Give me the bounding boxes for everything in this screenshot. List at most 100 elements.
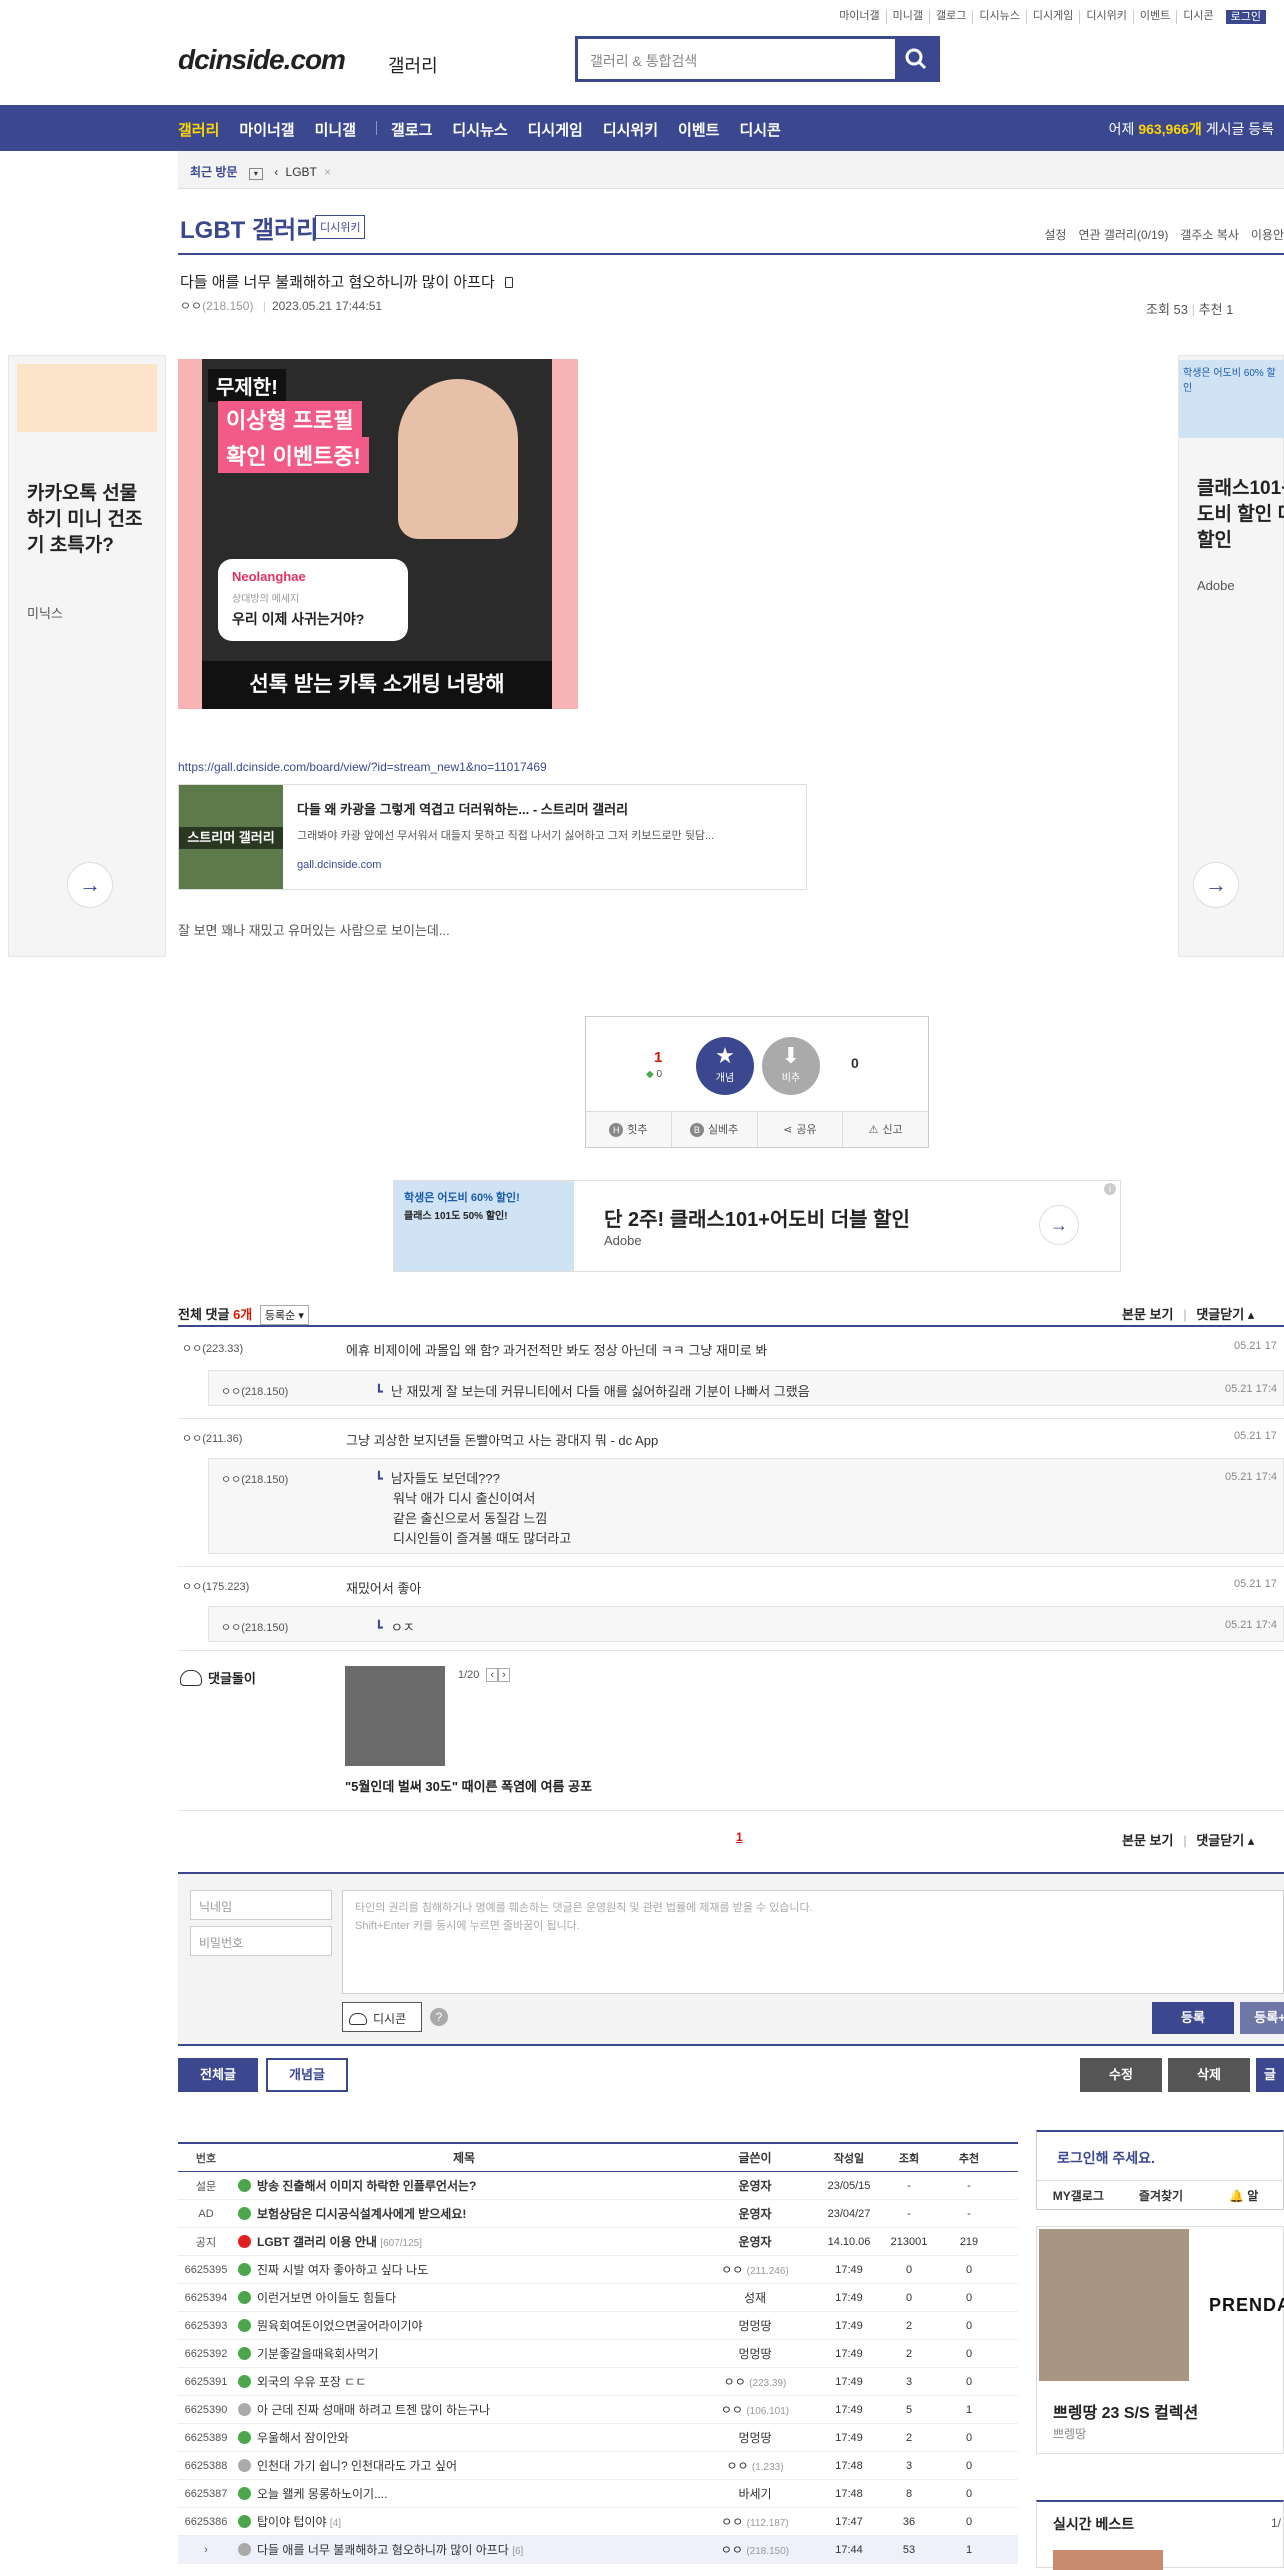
write-button[interactable]: 글 bbox=[1256, 2058, 1284, 2092]
post-writer[interactable]: 운영자 bbox=[690, 2177, 820, 2194]
top-link-gallog[interactable]: 갤로그 bbox=[929, 10, 972, 24]
post-title-cell[interactable]: 외국의 우유 포장 ㄷㄷ bbox=[234, 2373, 690, 2390]
good-posts-button[interactable]: 개념글 bbox=[266, 2058, 348, 2092]
top-link-mini[interactable]: 미니갤 bbox=[885, 10, 929, 24]
post-title-cell[interactable]: 이런거보면 아이들도 힘들다 bbox=[234, 2289, 690, 2306]
nickname-input[interactable]: 닉네임 bbox=[190, 1890, 332, 1920]
comment-sort-select[interactable]: 등록순 ▾ bbox=[259, 1305, 309, 1325]
post-row[interactable]: 6625390 아 근데 진짜 성매매 하려고 트젠 많이 하는구나 ㅇㅇ (10… bbox=[178, 2396, 1018, 2424]
nav-mini[interactable]: 미니갤 bbox=[315, 119, 356, 140]
nav-minor[interactable]: 마이너갤 bbox=[239, 119, 294, 140]
nav-news[interactable]: 디시뉴스 bbox=[452, 119, 507, 140]
adobe-banner[interactable]: 학생은 어도비 60% 할인! 클래스 101도 50% 할인! 단 2주! 클… bbox=[393, 1180, 1121, 1272]
notice-link[interactable]: 🔔 알 bbox=[1202, 2181, 1284, 2210]
post-row[interactable]: 설문 방송 진출해서 이미지 하락한 인플루언서는? 운영자 23/05/15 - - bbox=[178, 2172, 1018, 2200]
post-title-cell[interactable]: 방송 진출해서 이미지 하락한 인플루언서는? bbox=[234, 2177, 690, 2194]
comment-nick[interactable]: ㅇㅇ(223.33) bbox=[182, 1340, 243, 1356]
chevron-left-icon[interactable]: ‹ bbox=[274, 165, 278, 179]
comment-nick[interactable]: ㅇㅇ(211.36) bbox=[182, 1430, 242, 1446]
view-body-button[interactable]: 본문 보기 bbox=[1122, 1833, 1173, 1848]
gallery-title[interactable]: LGBT 갤러리 bbox=[180, 210, 318, 245]
post-writer[interactable]: ㅇㅇ (106.101) bbox=[690, 2401, 820, 2418]
side-ad[interactable]: PRENDA 쁘렝땅 23 S/S 컬렉션 쁘렝땅 bbox=[1036, 2226, 1284, 2454]
post-writer[interactable]: 멍멍땅 bbox=[690, 2429, 820, 2446]
post-writer[interactable]: 운영자 bbox=[690, 2233, 820, 2250]
chevron-left-icon[interactable]: ‹ bbox=[486, 1668, 499, 1682]
post-nick[interactable]: ㅇㅇ bbox=[180, 299, 202, 313]
recent-dropdown-icon[interactable]: ▾ bbox=[248, 168, 263, 180]
post-row[interactable]: 6625393 뭔육회여돈이었으면굴어라이기야 멍멍땅 17:49 2 0 bbox=[178, 2312, 1018, 2340]
nav-game[interactable]: 디시게임 bbox=[528, 119, 583, 140]
delete-button[interactable]: 삭제 bbox=[1168, 2058, 1250, 2092]
fold-comments-button[interactable]: 댓글닫기 bbox=[1196, 1307, 1244, 1322]
post-row[interactable]: 6625389 우울해서 잠이안와 멍멍땅 17:49 2 0 bbox=[178, 2424, 1018, 2452]
all-posts-button[interactable]: 전체글 bbox=[178, 2058, 258, 2092]
comment-submit-plus-button[interactable]: 등록+ bbox=[1240, 2002, 1284, 2034]
comment-submit-button[interactable]: 등록 bbox=[1152, 2002, 1234, 2034]
arrow-right-icon[interactable]: → bbox=[1193, 862, 1239, 908]
post-title-cell[interactable]: 탑이야 텁이야 [4] bbox=[234, 2513, 690, 2530]
post-writer[interactable]: ㅇㅇ (112.187) bbox=[690, 2513, 820, 2530]
hit-recommend-button[interactable]: H 힛추 bbox=[586, 1112, 672, 1147]
downvote-button[interactable]: ⬇ 비추 bbox=[762, 1037, 820, 1095]
best-recommend-button[interactable]: B 실베추 bbox=[672, 1112, 758, 1147]
post-row[interactable]: 6625392 기분좋갈을때육회사먹기 멍멍땅 17:49 2 0 bbox=[178, 2340, 1018, 2368]
favorites-link[interactable]: 즐겨찾기 bbox=[1120, 2181, 1203, 2210]
fold-comments-button[interactable]: 댓글닫기 bbox=[1196, 1833, 1244, 1848]
post-title-cell[interactable]: 오늘 왤케 몽롱하노이기.... bbox=[234, 2485, 690, 2502]
post-title-cell[interactable]: 아 근데 진짜 성매매 하려고 트젠 많이 하는구나 bbox=[234, 2401, 690, 2418]
post-row[interactable]: 6625386 탑이야 텁이야 [4] ㅇㅇ (112.187) 17:47 36 0 bbox=[178, 2508, 1018, 2536]
settings-link[interactable]: 설정 bbox=[1044, 226, 1066, 243]
nav-gallog[interactable]: 갤로그 bbox=[391, 119, 432, 140]
nav-gallery[interactable]: 갤러리 bbox=[178, 119, 219, 140]
arrow-right-icon[interactable]: → bbox=[67, 862, 113, 908]
post-row[interactable]: 6625394 이런거보면 아이들도 힘들다 성재 17:49 0 0 bbox=[178, 2284, 1018, 2312]
link-preview-card[interactable]: 스트리머 갤러리 다들 왜 카광을 그렇게 역겹고 더러워하는... - 스트리… bbox=[178, 784, 807, 890]
post-row[interactable]: 6625388 인천대 가기 쉽니? 인천대라도 가고 싶어 ㅇㅇ (1.233)… bbox=[178, 2452, 1018, 2480]
top-link-game[interactable]: 디시게임 bbox=[1025, 10, 1079, 24]
post-writer[interactable]: ㅇㅇ (223.39) bbox=[690, 2373, 820, 2390]
search-input[interactable]: 갤러리 & 통합검색 bbox=[590, 51, 697, 71]
post-writer[interactable]: ㅇㅇ (1.233) bbox=[690, 2457, 820, 2474]
comment-page-current[interactable]: 1 bbox=[736, 1830, 743, 1844]
close-icon[interactable]: × bbox=[324, 165, 331, 179]
recent-item-lgbt[interactable]: LGBT bbox=[286, 165, 317, 179]
login-button[interactable]: 로그인 bbox=[1225, 10, 1266, 24]
nav-event[interactable]: 이벤트 bbox=[678, 119, 719, 140]
post-row[interactable]: › 다들 애를 너무 불쾌해하고 혐오하니까 많이 아프다 [6] ㅇㅇ (218.… bbox=[178, 2536, 1018, 2564]
post-row[interactable]: 6625387 오늘 왤케 몽롱하노이기.... 바세기 17:48 8 0 bbox=[178, 2480, 1018, 2508]
post-title-cell[interactable]: 우울해서 잠이안와 bbox=[234, 2429, 690, 2446]
dccon-button[interactable]: 디시콘 bbox=[342, 2002, 422, 2032]
top-link-event[interactable]: 이벤트 bbox=[1132, 10, 1176, 24]
post-title-cell[interactable]: 진짜 시발 여자 좋아하고 싶다 나도 bbox=[234, 2261, 690, 2278]
upvote-button[interactable]: ★ 개념 bbox=[696, 1037, 754, 1095]
top-link-news[interactable]: 디시뉴스 bbox=[972, 10, 1025, 24]
realtime-best-thumb[interactable] bbox=[1053, 2550, 1163, 2570]
post-link-url[interactable]: https://gall.dcinside.com/board/view/?id… bbox=[178, 760, 547, 774]
arrow-right-icon[interactable]: → bbox=[1039, 1205, 1079, 1245]
copy-address-link[interactable]: 갤주소 복사 bbox=[1180, 226, 1239, 243]
post-title-cell[interactable]: 보험상담은 디시공식설계사에게 받으세요! bbox=[234, 2205, 690, 2222]
usage-link[interactable]: 이용안 bbox=[1251, 226, 1284, 243]
comment-textarea[interactable]: 타인의 권리를 침해하거나 명예를 훼손하는 댓글은 운영원칙 및 관련 법률에… bbox=[342, 1890, 1284, 1994]
post-writer[interactable]: 바세기 bbox=[690, 2485, 820, 2502]
post-row[interactable]: 6625391 외국의 우유 포장 ㄷㄷ ㅇㅇ (223.39) 17:49 3 0 bbox=[178, 2368, 1018, 2396]
search-button[interactable] bbox=[895, 39, 937, 79]
dol-caption[interactable]: "5월인데 벌써 30도" 때이른 폭염에 여름 공포 bbox=[345, 1776, 592, 1795]
top-link-minor[interactable]: 마이너갤 bbox=[833, 10, 885, 24]
right-ad[interactable]: 학생은 어도비 60% 할인 클래스101+어도비 할인 더블할인 Adobe … bbox=[1178, 355, 1284, 957]
password-input[interactable]: 비밀번호 bbox=[190, 1926, 332, 1956]
chevron-right-icon[interactable]: › bbox=[498, 1668, 510, 1682]
share-button[interactable]: ⋖ 공유 bbox=[758, 1112, 844, 1147]
comment-nick[interactable]: ㅇㅇ(218.150) bbox=[221, 1619, 288, 1635]
related-gallery-link[interactable]: 연관 갤러리(0/19) bbox=[1078, 226, 1168, 243]
comment-nick[interactable]: ㅇㅇ(218.150) bbox=[221, 1471, 288, 1487]
nav-dccon[interactable]: 디시콘 bbox=[739, 119, 780, 140]
post-row[interactable]: 6625395 진짜 시발 여자 좋아하고 싶다 나도 ㅇㅇ (211.246) 1… bbox=[178, 2256, 1018, 2284]
view-body-button[interactable]: 본문 보기 bbox=[1122, 1307, 1173, 1322]
site-logo[interactable]: dcinside.com bbox=[178, 44, 346, 76]
info-icon[interactable]: i bbox=[1104, 1183, 1116, 1195]
comment-nick[interactable]: ㅇㅇ(175.223) bbox=[182, 1578, 249, 1594]
nav-wiki[interactable]: 디시위키 bbox=[603, 119, 658, 140]
top-link-wiki[interactable]: 디시위키 bbox=[1079, 10, 1132, 24]
